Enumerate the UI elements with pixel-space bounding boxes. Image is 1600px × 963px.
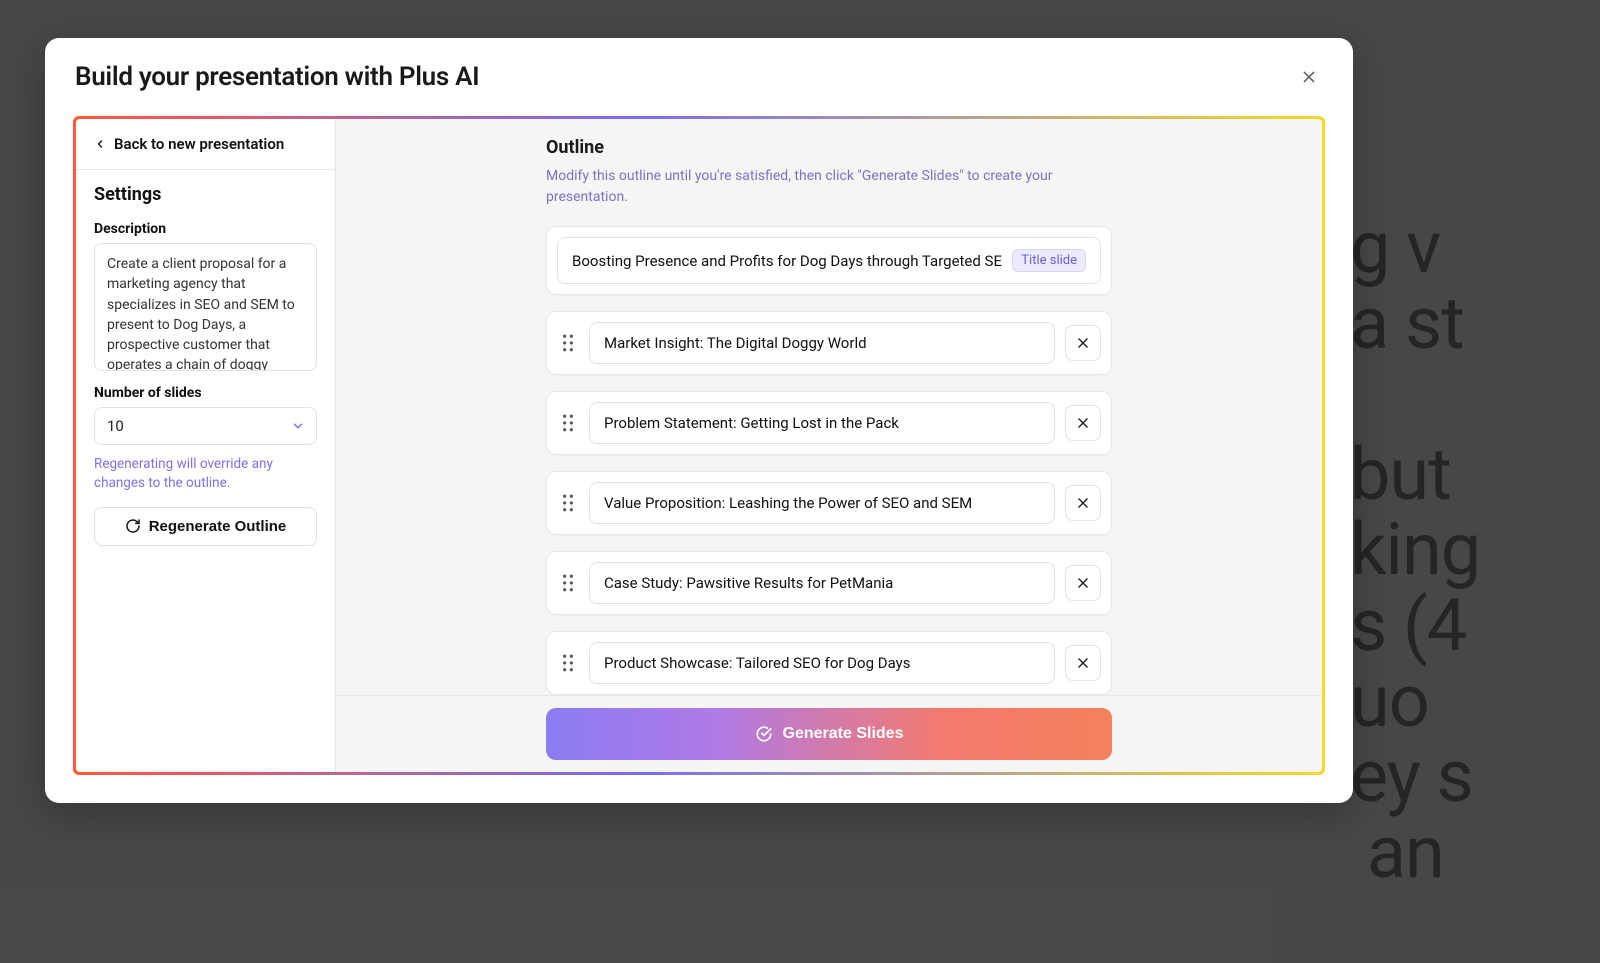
modal-body: Back to new presentation Settings Descri… <box>76 119 1322 772</box>
title-slide-input[interactable] <box>572 252 1002 270</box>
slide-row <box>546 471 1112 535</box>
close-button[interactable] <box>1295 63 1323 91</box>
slides-count-label: Number of slides <box>94 385 317 401</box>
outline-scroll[interactable]: Outline Modify this outline until you're… <box>336 119 1322 695</box>
slide-row <box>546 631 1112 695</box>
close-icon <box>1076 576 1090 590</box>
check-circle-icon <box>755 725 773 743</box>
generate-slides-label: Generate Slides <box>783 725 904 743</box>
drag-handle-icon[interactable] <box>557 334 579 352</box>
back-link[interactable]: Back to new presentation <box>76 119 335 169</box>
plus-ai-modal: Build your presentation with Plus AI Bac… <box>45 38 1353 803</box>
slide-title-field[interactable] <box>589 402 1055 444</box>
regenerate-hint: Regenerating will override any changes t… <box>94 455 317 493</box>
close-icon <box>1076 656 1090 670</box>
sidebar-top: Back to new presentation <box>76 119 335 170</box>
modal-title: Build your presentation with Plus AI <box>75 62 479 92</box>
description-input[interactable] <box>94 243 317 371</box>
title-slide-field[interactable]: Title slide <box>557 237 1101 284</box>
slide-title-input[interactable] <box>604 654 1040 672</box>
drag-handle-icon[interactable] <box>557 574 579 592</box>
drag-handle-icon[interactable] <box>557 494 579 512</box>
modal-header: Build your presentation with Plus AI <box>45 38 1353 104</box>
delete-slide-button[interactable] <box>1065 565 1101 601</box>
slide-title-input[interactable] <box>604 334 1040 352</box>
description-label: Description <box>94 221 317 237</box>
slide-title-input[interactable] <box>604 414 1040 432</box>
chevron-left-icon <box>94 138 106 150</box>
generate-slides-button[interactable]: Generate Slides <box>546 708 1112 760</box>
delete-slide-button[interactable] <box>1065 645 1101 681</box>
settings-heading: Settings <box>94 184 317 205</box>
slide-title-field[interactable] <box>589 562 1055 604</box>
settings-sidebar: Back to new presentation Settings Descri… <box>76 119 336 772</box>
slide-row <box>546 551 1112 615</box>
back-link-label: Back to new presentation <box>114 135 284 153</box>
slide-row <box>546 391 1112 455</box>
slide-title-field[interactable] <box>589 642 1055 684</box>
close-icon <box>1301 69 1317 85</box>
outline-panel: Outline Modify this outline until you're… <box>336 119 1322 772</box>
delete-slide-button[interactable] <box>1065 325 1101 361</box>
close-icon <box>1076 496 1090 510</box>
slide-title-field[interactable] <box>589 482 1055 524</box>
slide-title-input[interactable] <box>604 494 1040 512</box>
title-slide-card: Title slide <box>546 226 1112 295</box>
outline-subheading: Modify this outline until you're satisfi… <box>546 166 1086 208</box>
sidebar-body: Settings Description Number of slides 10… <box>76 170 335 566</box>
slide-title-input[interactable] <box>604 574 1040 592</box>
refresh-icon <box>125 518 141 534</box>
delete-slide-button[interactable] <box>1065 485 1101 521</box>
delete-slide-button[interactable] <box>1065 405 1101 441</box>
gradient-border: Back to new presentation Settings Descri… <box>73 116 1325 775</box>
slide-title-field[interactable] <box>589 322 1055 364</box>
slides-count-select[interactable]: 10 <box>94 407 317 445</box>
regenerate-outline-label: Regenerate Outline <box>149 518 287 535</box>
outline-heading: Outline <box>546 137 1112 158</box>
footer-bar: Generate Slides <box>336 695 1322 772</box>
drag-handle-icon[interactable] <box>557 654 579 672</box>
close-icon <box>1076 336 1090 350</box>
regenerate-outline-button[interactable]: Regenerate Outline <box>94 507 317 546</box>
title-slide-badge: Title slide <box>1012 249 1086 272</box>
drag-handle-icon[interactable] <box>557 414 579 432</box>
slide-row <box>546 311 1112 375</box>
close-icon <box>1076 416 1090 430</box>
